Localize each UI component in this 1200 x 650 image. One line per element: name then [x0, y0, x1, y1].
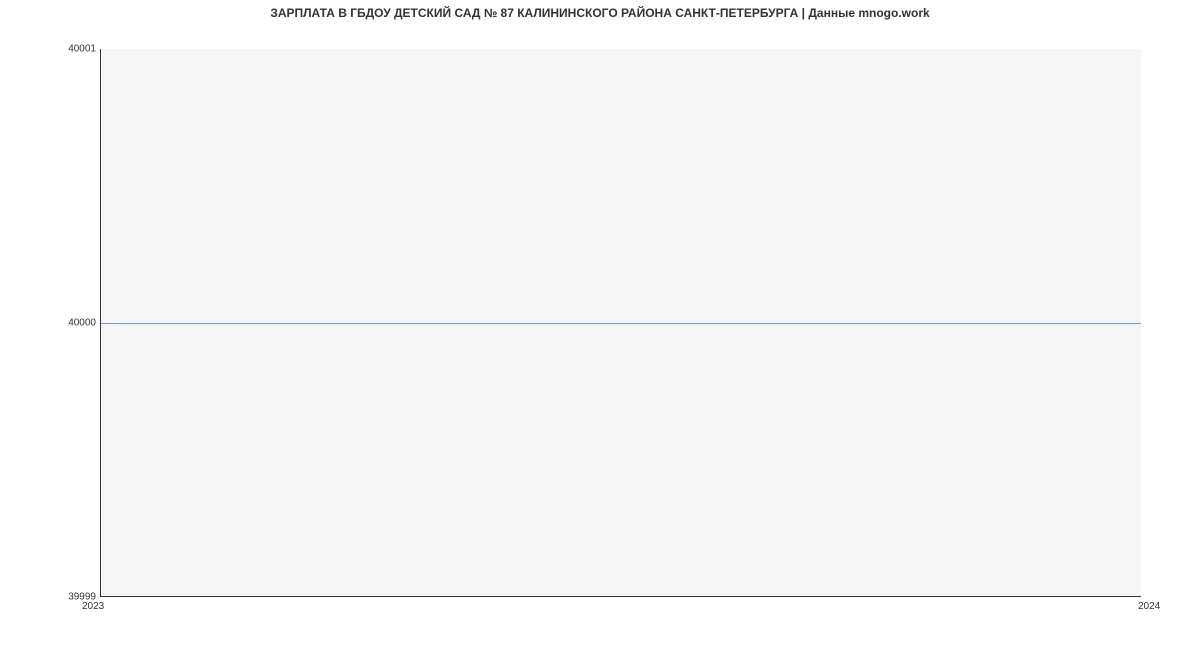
- x-tick-label: 2023: [82, 601, 104, 612]
- x-tick-label: 2024: [1138, 601, 1160, 612]
- y-tick-label: 40000: [6, 318, 96, 329]
- plot-area: [100, 49, 1141, 597]
- chart-title: ЗАРПЛАТА В ГБДОУ ДЕТСКИЙ САД № 87 КАЛИНИ…: [0, 6, 1200, 20]
- y-tick-label: 40001: [6, 44, 96, 55]
- salary-chart: ЗАРПЛАТА В ГБДОУ ДЕТСКИЙ САД № 87 КАЛИНИ…: [0, 0, 1200, 650]
- salary-line: [101, 323, 1141, 324]
